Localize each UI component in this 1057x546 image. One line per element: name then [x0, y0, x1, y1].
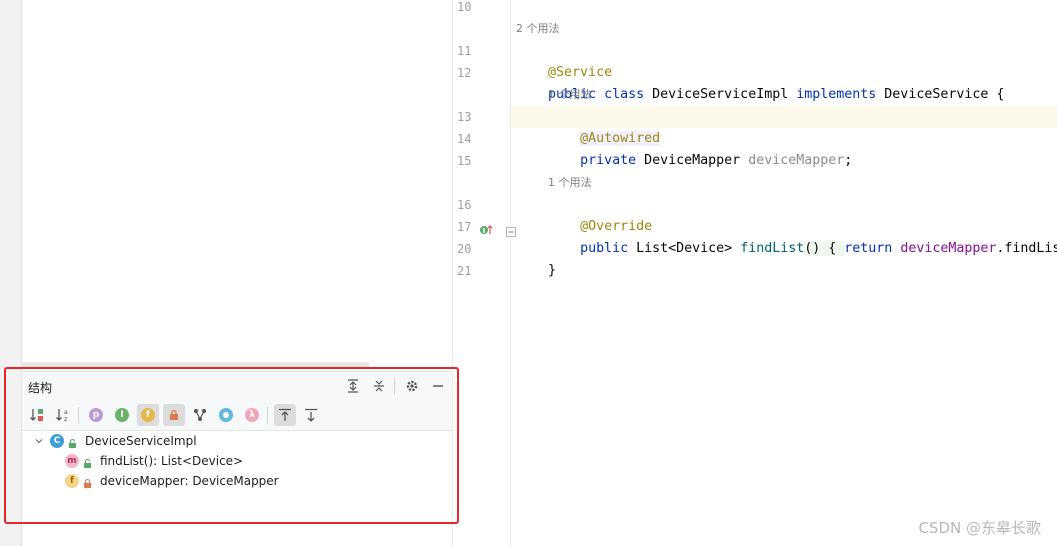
- code-line-17: public List<Device> findList() { return …: [580, 241, 1057, 256]
- horizontal-scrollbar[interactable]: [22, 362, 369, 369]
- editor-gutter: 10 11 12 13 14 15 16 17 20 21 I: [452, 0, 516, 546]
- minimize-icon[interactable]: [429, 377, 447, 395]
- project-panel-empty: [22, 0, 451, 368]
- autoscroll-to-source-icon[interactable]: [274, 404, 296, 426]
- code-line-16: @Override: [580, 219, 653, 234]
- show-non-public-icon[interactable]: [163, 404, 185, 426]
- line-number: 17: [457, 220, 472, 234]
- line-number: 20: [457, 242, 472, 256]
- tree-row-class[interactable]: C DeviceServiceImpl: [22, 431, 452, 451]
- implements-method-icon[interactable]: I: [479, 221, 493, 240]
- tree-row-field[interactable]: f deviceMapper: DeviceMapper: [22, 471, 452, 491]
- collapse-all-icon[interactable]: [370, 377, 388, 395]
- tree-label-field: deviceMapper: DeviceMapper: [100, 474, 279, 488]
- code-line-12: public class DeviceServiceImpl implement…: [548, 87, 1005, 102]
- line-number: 10: [457, 0, 472, 14]
- line-number: 16: [457, 198, 472, 212]
- left-tool-strip: [0, 0, 22, 546]
- structure-panel: 结构 az p I f λ C DeviceServiceImpl m find…: [22, 371, 452, 546]
- sort-by-visibility-icon[interactable]: [26, 404, 48, 426]
- autoscroll-from-source-icon[interactable]: [300, 404, 322, 426]
- chevron-down-icon[interactable]: [22, 436, 44, 446]
- watermark: CSDN @东皋长歌: [918, 519, 1041, 537]
- line-number: 14: [457, 132, 472, 146]
- structure-header: 结构: [22, 372, 452, 400]
- line-number: 11: [457, 44, 472, 58]
- line-number: 21: [457, 264, 472, 278]
- gear-icon[interactable]: [403, 377, 421, 395]
- sort-alphabetically-icon[interactable]: az: [52, 404, 74, 426]
- code-line-11: @Service: [548, 65, 613, 80]
- public-visibility-icon: [68, 437, 77, 448]
- svg-text:a: a: [64, 409, 68, 416]
- tree-row-method[interactable]: m findList(): List<Device>: [22, 451, 452, 471]
- usage-hint[interactable]: 2 个用法: [516, 18, 560, 40]
- show-inherited-icon[interactable]: I: [111, 404, 133, 426]
- expand-all-icon[interactable]: [344, 377, 362, 395]
- show-lambdas-circle-icon[interactable]: [215, 404, 237, 426]
- usage-hint[interactable]: 1 个用法: [548, 172, 592, 194]
- show-fields-icon[interactable]: f: [137, 404, 159, 426]
- show-lambdas-icon[interactable]: λ: [241, 404, 263, 426]
- class-icon: C: [50, 434, 64, 448]
- code-editor[interactable]: 2 个用法 @Service public class DeviceServic…: [512, 0, 1057, 546]
- svg-text:I: I: [483, 227, 486, 235]
- header-separator: [394, 378, 395, 394]
- structure-tree: C DeviceServiceImpl m findList(): List<D…: [22, 430, 452, 546]
- method-icon: m: [65, 454, 79, 468]
- line-number: 15: [457, 154, 472, 168]
- line-number: 13: [457, 110, 472, 124]
- usage-hint[interactable]: 1 个用法: [548, 84, 592, 106]
- structure-toolbar: az p I f λ: [22, 402, 452, 428]
- toolbar-separator: [78, 407, 79, 423]
- code-line-14: private DeviceMapper deviceMapper;: [580, 153, 853, 168]
- code-line-13: @Autowired: [580, 131, 661, 146]
- line-number: 12: [457, 66, 472, 80]
- toolbar-separator-2: [267, 407, 268, 423]
- public-visibility-icon: [83, 457, 92, 468]
- field-icon: f: [65, 474, 79, 488]
- tree-label-class: DeviceServiceImpl: [85, 434, 197, 448]
- code-line-20: }: [548, 263, 557, 278]
- tree-label-method: findList(): List<Device>: [100, 454, 244, 468]
- svg-text:z: z: [64, 416, 67, 423]
- structure-title: 结构: [28, 381, 53, 395]
- private-lock-icon: [83, 477, 92, 488]
- show-anonymous-icon[interactable]: [189, 404, 211, 426]
- show-properties-icon[interactable]: p: [85, 404, 107, 426]
